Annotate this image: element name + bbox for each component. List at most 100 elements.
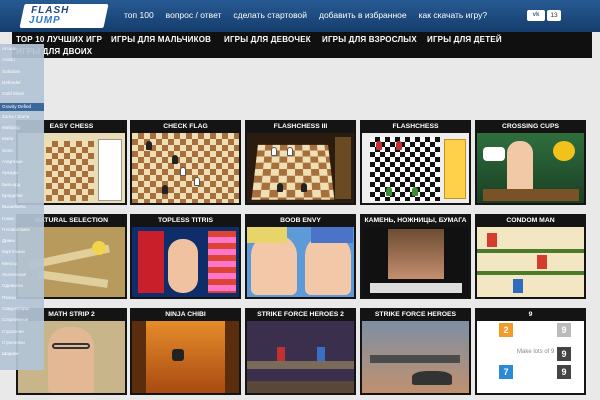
dropdown-item[interactable]: Одевалки — [2, 283, 23, 288]
game-thumbnail: 2 9 Make lots of 9 9 7 9 — [477, 321, 584, 393]
number-cell: 7 — [499, 365, 513, 379]
character-left — [251, 235, 297, 295]
game-tile[interactable]: CROSSING CUPS — [475, 120, 586, 205]
game-tile[interactable]: STRIKE FORCE HEROES — [360, 308, 471, 395]
photo-figure — [388, 229, 444, 279]
game-title: КАМЕНЬ, НОЖНИЦЫ, БУМАГА — [364, 217, 467, 224]
platform — [477, 249, 584, 253]
nav-faq[interactable]: вопрос / ответ — [166, 10, 222, 20]
category-top10[interactable]: ТОР 10 ЛУЧШИХ ИГР — [16, 35, 102, 44]
dropdown-item[interactable]: Карточные — [2, 249, 25, 254]
dropdown-item[interactable]: Action — [2, 57, 15, 62]
game-tile[interactable]: FLASHCHESS — [360, 120, 471, 205]
dropdown-item[interactable]: Стратегии — [2, 329, 24, 334]
category-dropdown: Arcade Action Sokoban Defender Gold Miner Gra… — [0, 44, 44, 370]
dropdown-item[interactable]: Mahjong — [2, 125, 20, 130]
move-list — [98, 139, 122, 201]
game-title: CONDOM MAN — [506, 217, 555, 224]
dropdown-item[interactable]: Стрелялки — [2, 340, 25, 345]
platform — [247, 361, 354, 369]
vk-share-button[interactable]: vk — [527, 10, 545, 21]
game-tile[interactable]: BOOB ENVY — [245, 214, 356, 299]
dropdown-item[interactable]: Логические — [2, 272, 26, 277]
category-adults[interactable]: ИГРЫ ДЛЯ ВЗРОСЛЫХ — [322, 35, 417, 44]
dropdown-item[interactable]: Sokoban — [2, 69, 20, 74]
game-title: NINJA CHIBI — [165, 311, 206, 318]
game-title: 9 — [528, 311, 533, 318]
game-title: FLASHCHESS III — [273, 123, 328, 130]
dropdown-item[interactable]: Драки — [2, 238, 15, 243]
number-cell: 9 — [557, 323, 571, 337]
category-boys[interactable]: ИГРЫ ДЛЯ МАЛЬЧИКОВ — [111, 35, 211, 44]
floor — [247, 381, 354, 393]
site-logo[interactable]: FLASH JUMP — [19, 4, 109, 28]
vk-icon: vk — [532, 12, 540, 18]
game-thumbnail — [362, 133, 469, 203]
character-right — [305, 235, 351, 295]
game-thumbnail — [247, 321, 354, 393]
game-tile[interactable]: 9 2 9 Make lots of 9 9 7 9 — [475, 308, 586, 395]
dropdown-item[interactable]: Аркады — [2, 170, 18, 175]
hair — [247, 227, 287, 243]
nav-add-favorites[interactable]: добавить в избранное — [319, 10, 407, 20]
game-title: CROSSING CUPS — [501, 123, 560, 130]
character-figure — [168, 239, 198, 293]
side-panel — [444, 139, 466, 199]
game-title: TOPLESS TITRIS — [157, 217, 213, 224]
dropdown-item[interactable]: Симуляторы — [2, 306, 29, 311]
trophy-icon — [553, 141, 575, 161]
dropdown-item[interactable]: Бродилки — [2, 193, 23, 198]
dropdown-item[interactable]: Квесты — [2, 261, 17, 266]
dropdown-item[interactable]: Головоломки — [2, 227, 30, 232]
dropdown-item[interactable]: Mario — [2, 136, 14, 141]
nav-top100[interactable]: топ 100 — [124, 10, 154, 20]
platform — [370, 355, 460, 363]
game-tile[interactable]: FLASHCHESS III — [245, 120, 356, 205]
jet-icon — [412, 371, 452, 385]
dropdown-item[interactable]: Arcade — [2, 46, 17, 51]
dropdown-item[interactable]: Пазлы — [2, 295, 16, 300]
game-tile[interactable]: CONDOM MAN — [475, 214, 586, 299]
table-surface — [483, 189, 579, 201]
dropdown-item[interactable]: Вышибалы — [2, 204, 26, 209]
ninja-icon — [172, 349, 184, 361]
block-column — [208, 231, 236, 293]
player-icon — [513, 279, 523, 293]
game-thumbnail — [247, 133, 354, 203]
choice-panel — [370, 283, 462, 293]
game-title: STRIKE FORCE HEROES 2 — [257, 311, 344, 318]
game-tile[interactable]: STRIKE FORCE HEROES 2 — [245, 308, 356, 395]
dropdown-item[interactable]: Zuma / Zuma — [2, 114, 29, 119]
game-thumbnail — [362, 227, 469, 297]
game-tile[interactable]: NINJA CHIBI — [130, 308, 241, 395]
game-thumbnail — [132, 227, 239, 297]
side-panel — [335, 137, 351, 199]
game-tile[interactable]: TOPLESS TITRIS — [130, 214, 241, 299]
category-girls[interactable]: ИГРЫ ДЛЯ ДЕВОЧЕК — [224, 35, 311, 44]
game-thumbnail — [132, 321, 239, 393]
nav-make-start[interactable]: сделать стартовой — [233, 10, 307, 20]
game-tile[interactable]: КАМЕНЬ, НОЖНИЦЫ, БУМАГА — [360, 214, 471, 299]
logo-line-2: JUMP — [28, 15, 61, 26]
enemy-icon — [487, 233, 497, 247]
dropdown-item[interactable]: Gold Miner — [2, 91, 24, 96]
top-nav: топ 100 вопрос / ответ сделать стартовой… — [124, 10, 487, 20]
dropdown-item[interactable]: Гонки — [2, 216, 14, 221]
dropdown-item[interactable]: Азартные — [2, 159, 23, 164]
dropdown-item[interactable]: Sonic — [2, 148, 14, 153]
dropdown-item[interactable]: Defender — [2, 80, 21, 85]
dropdown-item[interactable]: Шарики — [2, 351, 18, 356]
game-thumbnail — [477, 133, 584, 203]
game-title: STRIKE FORCE HEROES — [374, 311, 457, 318]
dropdown-item[interactable]: Спортивные — [2, 317, 28, 322]
chess-board — [46, 141, 94, 201]
game-tile[interactable]: CHECK FLAG — [130, 120, 241, 205]
game-thumbnail — [132, 133, 239, 203]
category-kids[interactable]: ИГРЫ ДЛЯ ДЕТЕЙ — [427, 35, 502, 44]
enemy-icon — [537, 255, 547, 269]
path — [37, 270, 109, 288]
game-title: CHECK FLAG — [163, 123, 208, 130]
dropdown-item[interactable]: Gravity Defied — [0, 102, 44, 111]
nav-how-download[interactable]: как скачать игру? — [419, 10, 488, 20]
dropdown-item[interactable]: Бильярд — [2, 182, 20, 187]
